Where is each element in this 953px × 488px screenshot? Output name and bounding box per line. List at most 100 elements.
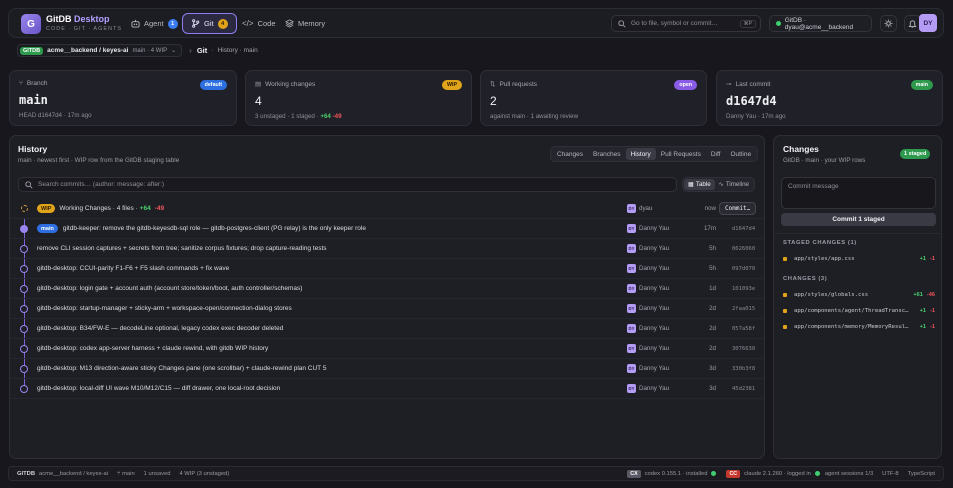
author-name: Danny Yau <box>639 345 670 352</box>
commit-node-icon <box>20 304 28 313</box>
tab-outline[interactable]: Outline <box>725 148 756 160</box>
tab-branches[interactable]: Branches <box>588 148 625 160</box>
commit-row[interactable]: main gitdb-keeper: remove the gitdb-keye… <box>10 219 764 239</box>
repo-switcher[interactable]: GITDB acme__backend / keyes-ai main · 4 … <box>17 44 183 57</box>
encoding[interactable]: UTF-8 <box>882 471 898 477</box>
wip-deletions: -49 <box>154 205 165 212</box>
agent-icon <box>131 19 140 28</box>
commit-hash[interactable]: 0626060 <box>732 246 755 252</box>
tab-changes[interactable]: Changes <box>552 148 588 160</box>
changed-file-row[interactable]: app/styles/globals.css +61 -46 <box>783 290 935 300</box>
app-name: GitDB <box>46 14 72 24</box>
pr-card-label-row: ⇅ Pull requests <box>490 80 697 89</box>
commit-node-icon <box>20 284 28 293</box>
commit-hash[interactable]: 45d2381 <box>732 386 755 392</box>
shortcut-hint: ⌘P <box>739 19 756 28</box>
commit-time: 3d <box>709 365 716 372</box>
theme-toggle-button[interactable] <box>880 15 897 32</box>
commit-hash[interactable]: d1647d4 <box>732 226 755 232</box>
commit-author: DY Danny Yau <box>627 304 669 313</box>
commit-row[interactable]: gitdb-desktop: startup-manager + sticky-… <box>10 299 764 319</box>
branch-card[interactable]: ⑂ Branch default main HEAD d1647d4 · 17m… <box>9 70 237 126</box>
branch-icon: ⑂ <box>19 80 23 87</box>
commit-row[interactable]: gitdb-desktop: login gate + account auth… <box>10 279 764 299</box>
commit-hash[interactable]: 097d070 <box>732 266 755 272</box>
working-card-label: Working changes <box>265 80 316 88</box>
staged-count-badge: 1 staged <box>900 149 931 159</box>
commit-author: DY Danny Yau <box>627 384 669 393</box>
open-badge: open <box>674 80 697 90</box>
tab-history[interactable]: History <box>625 148 656 160</box>
commit-node-icon <box>20 244 28 253</box>
commit-hash[interactable]: 2faa015 <box>732 306 755 312</box>
account-switcher[interactable]: GitDB · dyau@acme__backend <box>769 15 872 32</box>
commit-message: gitdb-desktop: B34/FW-E — decodeLine opt… <box>37 325 284 332</box>
tab-diff[interactable]: Diff <box>706 148 726 160</box>
wip-row[interactable]: WIP Working Changes · 4 files · +64 -49 D… <box>10 199 764 219</box>
pull-requests-card[interactable]: ⇅ Pull requests open 2 against main · 1 … <box>480 70 707 126</box>
changed-file-row[interactable]: app/components/agent/ThreadTransc… +1 -1 <box>783 306 935 316</box>
commit-button[interactable]: Commit… <box>719 202 757 215</box>
timeline-view-label: Timeline <box>725 181 749 188</box>
app-logo[interactable]: G <box>21 14 41 34</box>
staged-file-row[interactable]: app/styles/app.css +1 -1 <box>783 254 935 264</box>
user-avatar[interactable]: DY <box>919 14 937 32</box>
commit-hash[interactable]: 330b3f8 <box>732 366 755 372</box>
working-card-label-row: ▤ Working changes <box>255 80 462 89</box>
online-status-dot <box>776 21 781 26</box>
commit-search-input[interactable]: Search commits… (author: message: after:… <box>18 177 677 192</box>
changed-file-row[interactable]: app/components/memory/MemoryResul… +1 -1 <box>783 322 935 332</box>
commit-author: DY Danny Yau <box>627 324 669 333</box>
commit-node-icon <box>20 324 28 333</box>
commit-row[interactable]: gitdb-desktop: codex app-server harness … <box>10 339 764 359</box>
codex-badge: CX <box>627 469 641 478</box>
commit-row[interactable]: gitdb-desktop: M13 direction-aware stick… <box>10 359 764 379</box>
pr-summary: against main · 1 awaiting review <box>490 113 579 120</box>
commit-time: 5h <box>709 245 716 252</box>
bell-icon <box>908 20 917 28</box>
commit-hash[interactable]: 101093e <box>732 286 755 292</box>
commit-message-wrap: main gitdb-keeper: remove the gitdb-keye… <box>37 224 366 233</box>
tab-pull-requests[interactable]: Pull Requests <box>656 148 706 160</box>
table-view-button[interactable]: ▦ Table <box>684 179 715 190</box>
timeline-icon: ∿ <box>718 181 724 188</box>
file-deletions: -1 <box>930 256 935 262</box>
wip-author: DY dyau <box>627 204 652 213</box>
last-commit-info: Danny Yau · 17m ago <box>726 113 786 120</box>
global-search[interactable]: Go to file, symbol or commit… ⌘P <box>611 15 761 32</box>
avatar: DY <box>627 284 636 293</box>
status-repo[interactable]: acme__backend / keyes-ai <box>39 471 108 477</box>
codex-status[interactable]: codex 0.155.1 · installed <box>645 471 708 477</box>
timeline-view-button[interactable]: ∿ Timeline <box>715 179 753 190</box>
app-tagline: CODE · GIT · AGENTS <box>46 26 123 32</box>
tab-memory[interactable]: Memory <box>277 13 333 34</box>
memory-layers-icon <box>285 19 294 28</box>
agent-sessions[interactable]: agent sessions 1/3 <box>825 471 873 477</box>
commit-hash[interactable]: 057a58f <box>732 326 755 332</box>
commit-row[interactable]: gitdb-desktop: CCUI-parity F1-F6 + F5 sl… <box>10 259 764 279</box>
wip-message: WIP Working Changes · 4 files · +64 -49 <box>37 204 164 213</box>
commit-row[interactable]: gitdb-desktop: B34/FW-E — decodeLine opt… <box>10 319 764 339</box>
tab-git[interactable]: Git 4 <box>182 13 237 34</box>
commit-row[interactable]: gitdb-desktop: local-diff UI wave M10/M1… <box>10 379 764 399</box>
breadcrumb-path: History · main <box>217 47 258 54</box>
commit-staged-button[interactable]: Commit 1 staged <box>781 213 936 226</box>
author-name: Danny Yau <box>639 225 670 232</box>
commit-message-input[interactable]: Commit message <box>781 177 936 209</box>
commit-icon: ⊸ <box>726 81 732 88</box>
status-branch[interactable]: ⑂ main <box>117 471 135 477</box>
commit-row[interactable]: remove CLI session captures + secrets fr… <box>10 239 764 259</box>
tab-agent[interactable]: Agent 1 <box>123 13 186 34</box>
commit-hash[interactable]: 3076630 <box>732 346 755 352</box>
status-wip[interactable]: 4 WIP (3 unstaged) <box>179 471 229 477</box>
file-additions: +61 <box>913 292 923 298</box>
author-name: dyau <box>639 205 653 212</box>
last-commit-card[interactable]: ⊸ Last commit main d1647d4 Danny Yau · 1… <box>716 70 943 126</box>
table-view-label: Table <box>695 181 711 188</box>
git-view-tabs: Changes Branches History Pull Requests D… <box>550 146 759 162</box>
breadcrumb-section[interactable]: Git <box>197 46 207 55</box>
language-mode[interactable]: TypeScript <box>908 471 935 477</box>
claude-status[interactable]: claude 2.1.260 · logged in <box>744 471 811 477</box>
last-commit-hash: d1647d4 <box>726 94 777 108</box>
working-changes-card[interactable]: ▤ Working changes WIP 4 3 unstaged · 1 s… <box>245 70 472 126</box>
